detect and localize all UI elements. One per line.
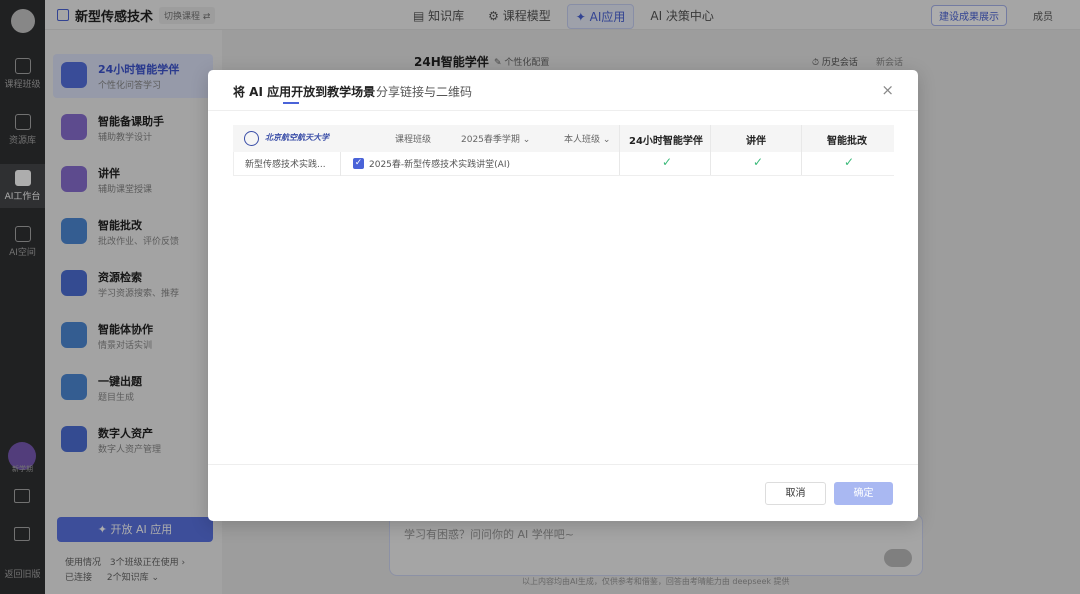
col-lecture: 讲伴 [746, 136, 766, 147]
class-checkbox[interactable]: ✓ [353, 158, 364, 169]
check-icon[interactable]: ✓ [844, 155, 854, 169]
table-header: 北京航空航天大学 课程班级 2025春季学期 ⌄ 本人班级 ⌄ 24小时智能学伴… [233, 125, 894, 152]
cancel-button[interactable]: 取消 [765, 482, 826, 505]
scenario-table: 北京航空航天大学 课程班级 2025春季学期 ⌄ 本人班级 ⌄ 24小时智能学伴… [233, 125, 894, 176]
class-cell: 2025春-新型传感技术实践讲堂(AI) [369, 160, 510, 170]
col-separator [340, 152, 341, 176]
col-grading: 智能批改 [827, 136, 867, 147]
tab-share-link[interactable]: 分享链接与二维码 [376, 83, 472, 100]
footer-divider [208, 464, 918, 465]
course-cell: 新型传感技术实践... [245, 160, 326, 170]
divider [208, 110, 918, 111]
check-icon[interactable]: ✓ [753, 155, 763, 169]
close-icon[interactable]: × [881, 81, 894, 99]
term-filter[interactable]: 2025春季学期 ⌄ [461, 132, 530, 145]
table-row: 新型传感技术实践... ✓ 2025春-新型传感技术实践讲堂(AI) ✓ ✓ ✓ [233, 152, 894, 176]
active-tab-indicator [283, 102, 299, 104]
university-name: 北京航空航天大学 [265, 132, 329, 142]
open-app-modal: 将 AI 应用开放到教学场景 分享链接与二维码 × 北京航空航天大学 课程班级 … [208, 70, 918, 521]
confirm-button[interactable]: 确定 [834, 482, 893, 505]
tab-open-to-scenario[interactable]: 将 AI 应用开放到教学场景 [233, 83, 375, 100]
col-study-companion: 24小时智能学伴 [629, 136, 703, 147]
university-seal-icon [244, 131, 259, 146]
check-icon[interactable]: ✓ [662, 155, 672, 169]
class-filter[interactable]: 本人班级 ⌄ [564, 132, 610, 145]
col-class-header: 课程班级 [395, 135, 432, 145]
